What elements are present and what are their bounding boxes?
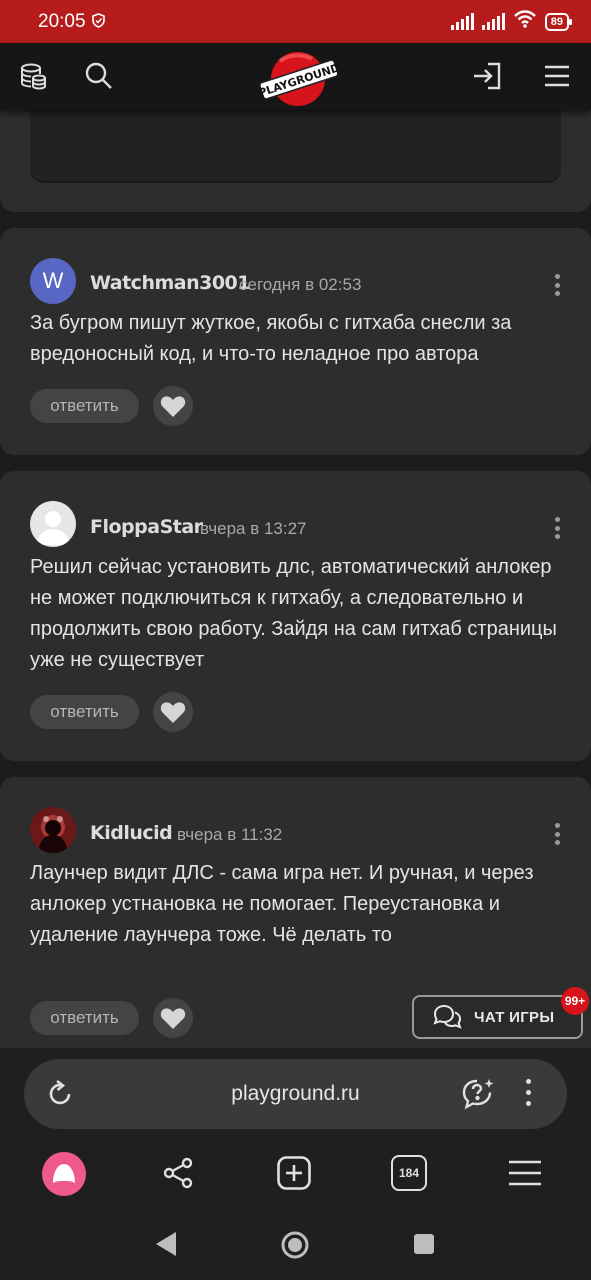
more-options-icon[interactable] [552, 823, 562, 845]
avatar[interactable] [30, 807, 76, 853]
signal-icon-2 [481, 12, 505, 30]
like-button[interactable] [153, 386, 193, 426]
comment-author[interactable]: Watchman3001 [90, 272, 251, 294]
wifi-icon [513, 10, 537, 33]
browser-menu-icon[interactable] [526, 1079, 531, 1106]
comment-text: За бугром пишут жуткое, якобы с гитхаба … [30, 312, 512, 365]
avatar[interactable]: W [30, 258, 76, 304]
game-chat-button[interactable]: ЧАТ ИГРЫ [412, 995, 583, 1039]
reply-button[interactable]: ответить [30, 389, 139, 423]
reply-button[interactable]: ответить [30, 695, 139, 729]
back-icon[interactable] [154, 1230, 178, 1263]
comment-text: Решил сейчас установить длс, автоматичес… [30, 556, 557, 671]
comment-card: W Watchman3001 сегодня в 02:53 За бугром… [0, 228, 591, 455]
new-tab-icon[interactable] [276, 1155, 312, 1196]
chat-icon [433, 1004, 462, 1029]
avatar-letter: W [42, 268, 64, 293]
previous-card [0, 110, 591, 212]
battery-indicator: 89 [544, 12, 573, 31]
heart-icon [160, 701, 186, 723]
tab-count: 184 [398, 1166, 420, 1180]
comment-card: FloppaStar вчера в 13:27 Решил сейчас ус… [0, 471, 591, 761]
chat-count-badge: 99+ [561, 987, 589, 1015]
browser-toolbar: playground.ru [0, 1048, 591, 1140]
heart-icon [160, 1007, 186, 1029]
search-icon[interactable] [82, 59, 116, 93]
hamburger-menu-icon[interactable] [507, 1158, 543, 1193]
reply-button[interactable]: ответить [30, 1001, 139, 1035]
like-button[interactable] [153, 998, 193, 1038]
shield-icon [91, 12, 105, 31]
chat-button-label: ЧАТ ИГРЫ [474, 1008, 555, 1026]
comment-author[interactable]: FloppaStar [90, 516, 203, 538]
alice-assistant-icon[interactable] [42, 1152, 86, 1201]
address-bar[interactable]: playground.ru [24, 1059, 567, 1129]
ai-assistant-icon[interactable] [460, 1076, 496, 1117]
menu-icon[interactable] [540, 59, 574, 93]
tabs-counter-button[interactable]: 184 [391, 1155, 427, 1191]
site-header: PLAYGROUND [0, 43, 591, 110]
comments-feed[interactable]: W Watchman3001 сегодня в 02:53 За бугром… [0, 110, 591, 1048]
system-navigation-bar [0, 1208, 591, 1280]
previous-card-inner [30, 110, 561, 183]
database-icon[interactable] [16, 59, 50, 93]
like-button[interactable] [153, 692, 193, 732]
comment-date: вчера в 13:27 [200, 519, 307, 538]
comment-date: сегодня в 02:53 [239, 275, 362, 294]
user-avatar-image [30, 807, 76, 853]
avatar[interactable] [30, 501, 76, 547]
more-options-icon[interactable] [552, 517, 562, 539]
heart-icon [160, 395, 186, 417]
status-bar: 20:05 89 [0, 0, 591, 43]
default-avatar-icon [36, 511, 70, 545]
browser-bottom-bar: 184 [0, 1140, 591, 1208]
comment-author[interactable]: Kidlucid [90, 822, 173, 844]
playground-logo[interactable]: PLAYGROUND [257, 47, 341, 109]
comment-date: вчера в 11:32 [177, 825, 283, 844]
recents-icon[interactable] [412, 1232, 436, 1261]
signal-icon [450, 12, 474, 30]
login-icon[interactable] [470, 59, 504, 93]
share-icon[interactable] [160, 1155, 196, 1196]
more-options-icon[interactable] [552, 274, 562, 296]
home-icon[interactable] [280, 1230, 310, 1265]
comment-text: Лаунчер видит ДЛС - сама игра нет. И руч… [30, 862, 534, 946]
status-time: 20:05 [38, 10, 86, 32]
